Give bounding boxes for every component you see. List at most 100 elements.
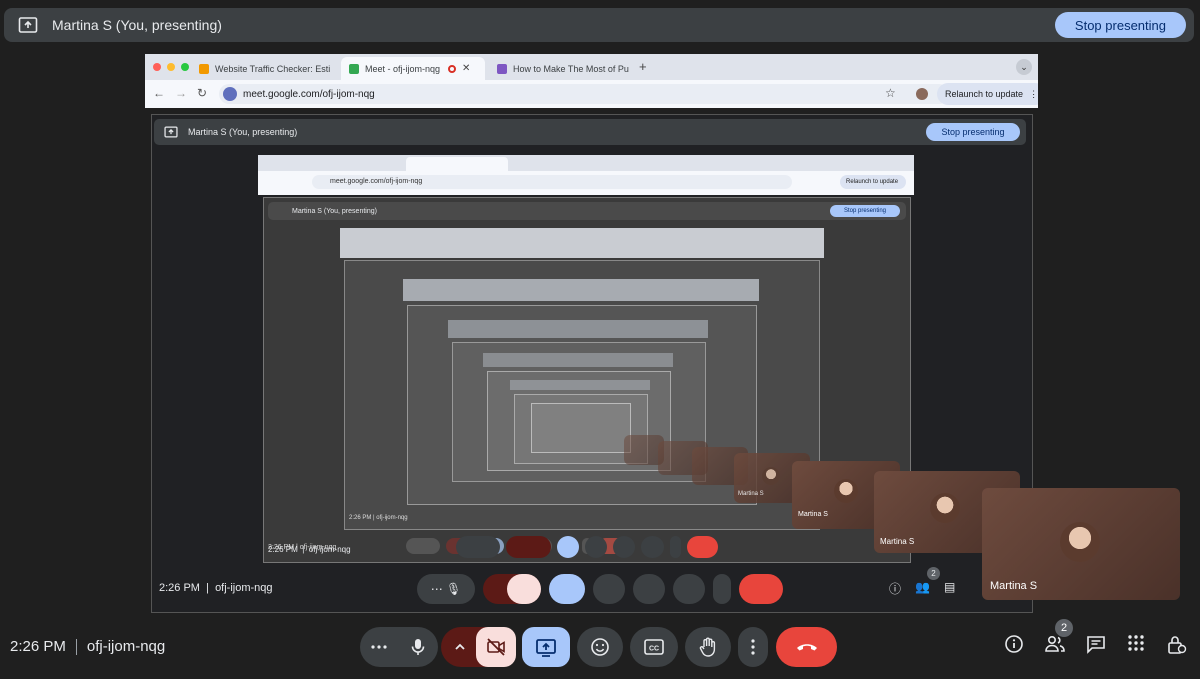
- nested-code-label: ofj-ijom-nqg: [308, 545, 351, 554]
- chat-icon: ▤: [943, 580, 956, 594]
- url-text: meet.google.com/ofj-ijom-nqg: [243, 88, 375, 100]
- nested-presenting-label: Martina S (You, presenting): [188, 127, 298, 137]
- nested-stop-2: Stop presenting: [830, 205, 900, 217]
- info-icon: ⓘ: [889, 582, 902, 596]
- nested-presenting-bar: Martina S (You, presenting) Stop present…: [154, 119, 1026, 145]
- profile-avatar[interactable]: [916, 88, 928, 100]
- screen-right-icons: ⓘ 👥 ▤: [889, 580, 955, 597]
- present-icon: [18, 17, 38, 33]
- meeting-info: 2:26 PM ofj-ijom-nqg: [10, 638, 165, 655]
- meeting-code: ofj-ijom-nqg: [86, 638, 166, 655]
- screen-more-btn: [713, 574, 731, 604]
- nested-stop-button[interactable]: Stop presenting: [926, 123, 1020, 141]
- people-button[interactable]: [1044, 634, 1066, 659]
- divider: [75, 638, 77, 655]
- emoji-icon: [591, 638, 609, 656]
- relaunch-button[interactable]: Relaunch to update ⋮: [937, 83, 1038, 105]
- page-favicon-icon: [497, 63, 507, 74]
- presenting-bar: Martina S (You, presenting) Stop present…: [4, 8, 1194, 42]
- more-vert-icon: ⋮: [1029, 88, 1038, 99]
- minimize-window-icon[interactable]: [167, 63, 175, 71]
- mic-button[interactable]: [408, 637, 428, 657]
- recording-icon: [448, 64, 457, 73]
- captions-icon: CC: [644, 639, 664, 655]
- camera-group: [441, 627, 516, 667]
- meeting-details-button[interactable]: [1004, 634, 1024, 659]
- self-name: Martina S: [990, 580, 1038, 592]
- activities-button[interactable]: [1127, 634, 1145, 657]
- new-tab-button[interactable]: +: [639, 59, 647, 74]
- apps-icon: [1128, 635, 1144, 651]
- camera-button[interactable]: [476, 627, 516, 667]
- more-options-vertical-button[interactable]: [738, 627, 768, 667]
- people-icon: 👥: [915, 580, 930, 594]
- nested-meet-view: Martina S (You, presenting) Stop present…: [151, 114, 1033, 613]
- leave-call-button[interactable]: [776, 627, 837, 667]
- amazon-favicon-icon: [199, 63, 209, 74]
- present-screen-icon: [536, 639, 556, 657]
- forward-icon[interactable]: →: [175, 86, 187, 100]
- screen-end-btn: [739, 574, 783, 604]
- tab-meet[interactable]: Meet - ofj-ijom-nqg ✕: [341, 57, 485, 80]
- raise-hand-icon: [699, 637, 716, 657]
- tab-website-traffic[interactable]: Website Traffic Checker: Esti ✕: [191, 57, 337, 80]
- nested-time-3: 2:26 PM | ofj-ijom-nqg: [349, 515, 408, 521]
- screen-emoji-btn: [593, 574, 625, 604]
- info-icon: [1005, 635, 1023, 653]
- tab-label: Website Traffic Checker: Esti: [215, 63, 331, 74]
- window-controls[interactable]: [153, 63, 189, 71]
- clock-time: 2:26 PM: [10, 638, 66, 655]
- screen-present-btn: [549, 574, 585, 604]
- more-options-button[interactable]: [370, 638, 388, 656]
- self-avatar: [1060, 522, 1100, 562]
- more-vert-icon: [751, 639, 755, 655]
- close-tab-icon[interactable]: ✕: [336, 63, 337, 74]
- self-video-tile[interactable]: Martina S: [982, 488, 1180, 600]
- reactions-button[interactable]: [577, 627, 623, 667]
- screen-bottom-info: 2:26 PM | ofj-ijom-nqg: [159, 582, 273, 594]
- close-window-icon[interactable]: [153, 63, 161, 71]
- mic-group: [360, 627, 438, 667]
- nested-label-2: Martina S (You, presenting): [292, 207, 377, 215]
- tab-how-to[interactable]: How to Make The Most of Pu ✕: [489, 57, 635, 80]
- nested-time-1: 2:26 PM | ofj-ijom-nqg: [268, 545, 351, 554]
- people-icon: [1045, 635, 1065, 652]
- bookmark-star-icon[interactable]: ☆: [885, 86, 896, 100]
- present-button[interactable]: [522, 627, 570, 667]
- captions-button[interactable]: CC: [630, 627, 678, 667]
- raise-hand-button[interactable]: [685, 627, 731, 667]
- nested-browser-3: [340, 228, 824, 258]
- back-icon[interactable]: ←: [153, 86, 165, 100]
- chat-icon: [1087, 636, 1105, 654]
- nested-url: meet.google.com/ofj-ijom-nqg: [312, 175, 792, 189]
- host-controls-icon: [1168, 636, 1187, 654]
- browser-toolbar: ← → ↻ meet.google.com/ofj-ijom-nqg ☆ Rel…: [145, 80, 1038, 108]
- site-info-icon[interactable]: [223, 87, 237, 101]
- tab-label: Meet - ofj-ijom-nqg: [365, 63, 441, 74]
- screen-cc-btn: [633, 574, 665, 604]
- screen-time: 2:26 PM: [159, 582, 200, 594]
- zoom-window-icon[interactable]: [181, 63, 189, 71]
- screen-code: ofj-ijom-nqg: [215, 582, 273, 594]
- nested-time-label: 2:26 PM: [268, 545, 298, 554]
- camera-off-icon: [487, 638, 505, 656]
- nested-bar-2: Martina S (You, presenting) Stop present…: [268, 202, 906, 220]
- host-controls-button[interactable]: [1167, 634, 1187, 661]
- mic-icon: [411, 639, 425, 655]
- screen-controls: ⋯ 🎙: [417, 574, 783, 604]
- chat-button[interactable]: [1086, 634, 1106, 659]
- screen-people-badge: 2: [927, 567, 940, 580]
- reload-icon[interactable]: ↻: [197, 86, 207, 100]
- tab-search-icon[interactable]: ⌄: [1016, 59, 1032, 75]
- svg-text:CC: CC: [649, 646, 659, 653]
- relaunch-label: Relaunch to update: [945, 89, 1024, 99]
- screen-cam-group: [483, 574, 541, 604]
- address-bar[interactable]: meet.google.com/ofj-ijom-nqg: [219, 84, 949, 104]
- stop-presenting-button[interactable]: Stop presenting: [1054, 12, 1186, 38]
- presenting-label: Martina S (You, presenting): [52, 17, 222, 33]
- camera-options-button[interactable]: [441, 640, 479, 654]
- more-icon: [371, 645, 387, 649]
- screen-hand-btn: [673, 574, 705, 604]
- close-tab-icon[interactable]: ✕: [462, 63, 470, 74]
- screen-mic-group: ⋯ 🎙: [417, 574, 475, 604]
